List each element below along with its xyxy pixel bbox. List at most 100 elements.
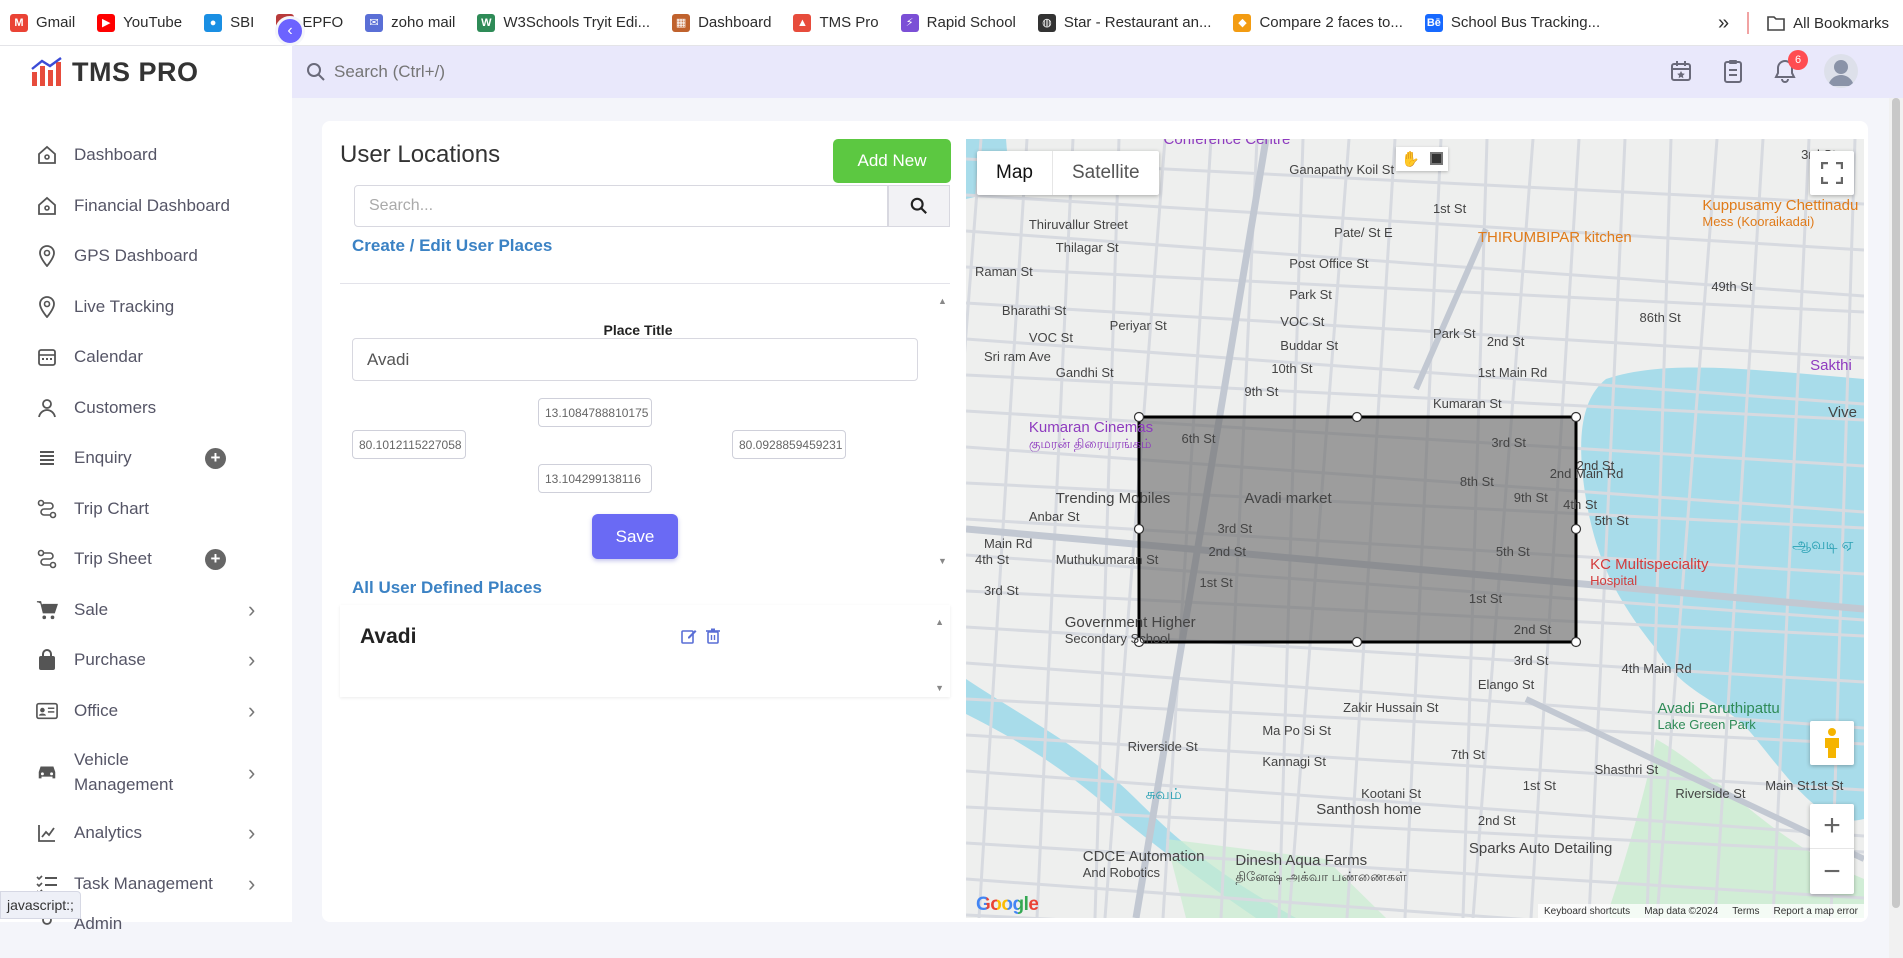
sidebar-item-analytics[interactable]: Analytics › xyxy=(0,808,292,859)
bookmark-9[interactable]: ◍ Star - Restaurant an... xyxy=(1037,13,1211,32)
map-poi[interactable]: Avadi Paruthipattu Lake Green Park xyxy=(1657,700,1779,732)
sidebar-item-vehicle-management[interactable]: Vehicle Management › xyxy=(0,736,292,808)
bookmark-6[interactable]: ▦ Dashboard xyxy=(672,13,771,32)
map-poi[interactable]: KC Multispeciality Hospital xyxy=(1590,556,1708,588)
sidebar-item-sale[interactable]: Sale › xyxy=(0,585,292,636)
resize-handle[interactable] xyxy=(1351,636,1363,648)
add-circle-icon[interactable]: + xyxy=(205,548,226,570)
sidebar-item-gps-dashboard[interactable]: GPS Dashboard xyxy=(0,231,292,282)
sidebar-item-calendar[interactable]: Calendar xyxy=(0,332,292,383)
street-label: Raman St xyxy=(974,263,1033,279)
street-label: Ganapathy Koil St xyxy=(1289,162,1395,178)
bookmark-11[interactable]: Bē School Bus Tracking... xyxy=(1424,13,1600,32)
places-search-button[interactable] xyxy=(888,185,950,227)
edit-icon[interactable] xyxy=(680,627,698,645)
more-bookmarks-icon[interactable]: » xyxy=(1718,12,1729,35)
sidebar-item-dashboard[interactable]: Dashboard xyxy=(0,130,292,181)
sidebar-item-financial-dashboard[interactable]: Financial Dashboard xyxy=(0,181,292,232)
bookmark-7[interactable]: ▲ TMS Pro xyxy=(793,13,879,32)
google-map[interactable]: Ganapathy Koil St Thiruvallur Street Thila… xyxy=(966,139,1864,918)
resize-handle[interactable] xyxy=(1570,411,1582,423)
map-poi[interactable]: Santhosh home xyxy=(1316,801,1421,818)
map-poi[interactable]: CDCE Automation And Robotics xyxy=(1083,848,1205,880)
street-label: Periyar St xyxy=(1109,318,1167,334)
bookmark-5[interactable]: W W3Schools Tryit Edi... xyxy=(477,13,650,32)
map-poi[interactable]: Sakthi xyxy=(1810,357,1852,374)
map-poi[interactable]: சுவம் xyxy=(1146,786,1182,805)
poi-name: Avadi Paruthipattu xyxy=(1657,699,1780,717)
search-icon xyxy=(910,197,927,214)
map-poi[interactable]: Conference Centre xyxy=(1164,139,1291,148)
list-scroll-down-icon[interactable]: ▼ xyxy=(935,683,944,693)
rectangle-draw-icon[interactable] xyxy=(1429,152,1443,165)
map-poi[interactable]: Government Higher Secondary School xyxy=(1065,614,1196,646)
place-title-input[interactable]: Avadi xyxy=(352,338,918,381)
map-poi[interactable]: Vive xyxy=(1828,404,1857,421)
page-scrollbar[interactable] xyxy=(1889,98,1903,958)
scroll-up-icon[interactable]: ▲ xyxy=(938,296,947,306)
bookmark-4[interactable]: ✉ zoho mail xyxy=(365,13,455,32)
sidebar-item-office[interactable]: Office › xyxy=(0,686,292,737)
map-footer-link[interactable]: Report a map error xyxy=(1774,906,1858,917)
list-scroll-up-icon[interactable]: ▲ xyxy=(935,617,944,627)
sidebar-item-trip-chart[interactable]: Trip Chart xyxy=(0,484,292,535)
bookmark-0[interactable]: M Gmail xyxy=(10,13,75,32)
sidebar-item-enquiry[interactable]: Enquiry + xyxy=(0,433,292,484)
fullscreen-button[interactable] xyxy=(1810,151,1854,195)
south-lat-input[interactable]: 13.104299138116 xyxy=(538,464,652,493)
bookmark-1[interactable]: ▶ YouTube xyxy=(97,13,182,32)
selected-area-rectangle[interactable] xyxy=(1137,415,1578,644)
map-poi[interactable]: Avadi market xyxy=(1244,490,1331,507)
street-label: Riverside St xyxy=(1675,785,1746,801)
app-logo[interactable]: TMS PRO xyxy=(30,56,199,88)
map-footer-link[interactable]: Keyboard shortcuts xyxy=(1544,906,1630,917)
map-footer-link[interactable]: Terms xyxy=(1732,906,1759,917)
form-scrollbar[interactable]: ▲ ▼ xyxy=(936,296,950,566)
satellite-tab[interactable]: Satellite xyxy=(1053,151,1159,195)
page-scrollbar-thumb[interactable] xyxy=(1892,98,1900,908)
resize-handle[interactable] xyxy=(1570,636,1582,648)
sidebar-item-trip-sheet[interactable]: Trip Sheet + xyxy=(0,534,292,585)
sidebar-item-purchase[interactable]: Purchase › xyxy=(0,635,292,686)
places-search-input[interactable]: Search... xyxy=(354,185,888,227)
map-poi[interactable]: ஆவடி ஏ xyxy=(1792,536,1853,555)
map-poi[interactable]: THIRUMBIPAR kitchen xyxy=(1478,229,1632,246)
resize-handle[interactable] xyxy=(1133,523,1145,535)
north-lat-input[interactable]: 13.1084788810175 xyxy=(538,398,652,427)
bookmark-8[interactable]: ⚡ Rapid School xyxy=(900,13,1016,32)
sidebar-collapse-button[interactable]: ‹ xyxy=(275,16,305,46)
sidebar-item-live-tracking[interactable]: Live Tracking xyxy=(0,282,292,333)
zoom-out-button[interactable]: − xyxy=(1810,849,1854,894)
map-footer-link[interactable]: Map data ©2024 xyxy=(1644,906,1718,917)
resize-handle[interactable] xyxy=(1351,411,1363,423)
user-avatar[interactable] xyxy=(1824,54,1858,88)
map-tab[interactable]: Map xyxy=(977,151,1053,195)
scroll-down-icon[interactable]: ▼ xyxy=(938,556,947,566)
calendar-star-icon[interactable] xyxy=(1668,58,1694,84)
bookmark-2[interactable]: ● SBI xyxy=(204,13,254,32)
map-poi[interactable]: Kumaran Cinemas குமரன் திரையரங்கம் xyxy=(1029,419,1153,453)
map-poi[interactable]: Sparks Auto Detailing xyxy=(1469,840,1612,857)
sidebar-item-customers[interactable]: Customers xyxy=(0,383,292,434)
bookmark-10[interactable]: ◆ Compare 2 faces to... xyxy=(1233,13,1403,32)
add-new-button[interactable]: Add New xyxy=(833,139,951,183)
create-edit-heading[interactable]: Create / Edit User Places xyxy=(352,236,552,256)
street-view-pegman[interactable] xyxy=(1810,721,1854,765)
east-lng-input[interactable]: 80.0928859459231 xyxy=(732,430,846,459)
add-circle-icon[interactable]: + xyxy=(205,447,226,469)
save-button[interactable]: Save xyxy=(592,514,678,559)
west-lng-input[interactable]: 80.1012115227058 xyxy=(352,430,466,459)
notification-bell-icon[interactable]: 6 xyxy=(1772,50,1808,84)
resize-handle[interactable] xyxy=(1570,523,1582,535)
hand-pan-icon[interactable]: ✋ xyxy=(1401,150,1420,168)
delete-icon[interactable] xyxy=(704,627,722,645)
places-list: Avadi ▲ ▼ xyxy=(340,605,950,697)
street-label: 1st Main Rd xyxy=(1477,364,1548,380)
all-bookmarks-button[interactable]: All Bookmarks xyxy=(1767,15,1889,32)
map-poi[interactable]: Dinesh Aqua Farms தினேஷ் அக்வா பண்ணைகள் xyxy=(1235,852,1406,886)
clipboard-icon[interactable] xyxy=(1720,58,1746,84)
map-poi[interactable]: Kuppusamy Chettinadu Mess (Kooraikadai) xyxy=(1702,197,1858,229)
global-search-input[interactable] xyxy=(334,62,834,82)
map-poi[interactable]: Trending Mobiles xyxy=(1056,490,1171,507)
zoom-in-button[interactable]: + xyxy=(1810,804,1854,849)
